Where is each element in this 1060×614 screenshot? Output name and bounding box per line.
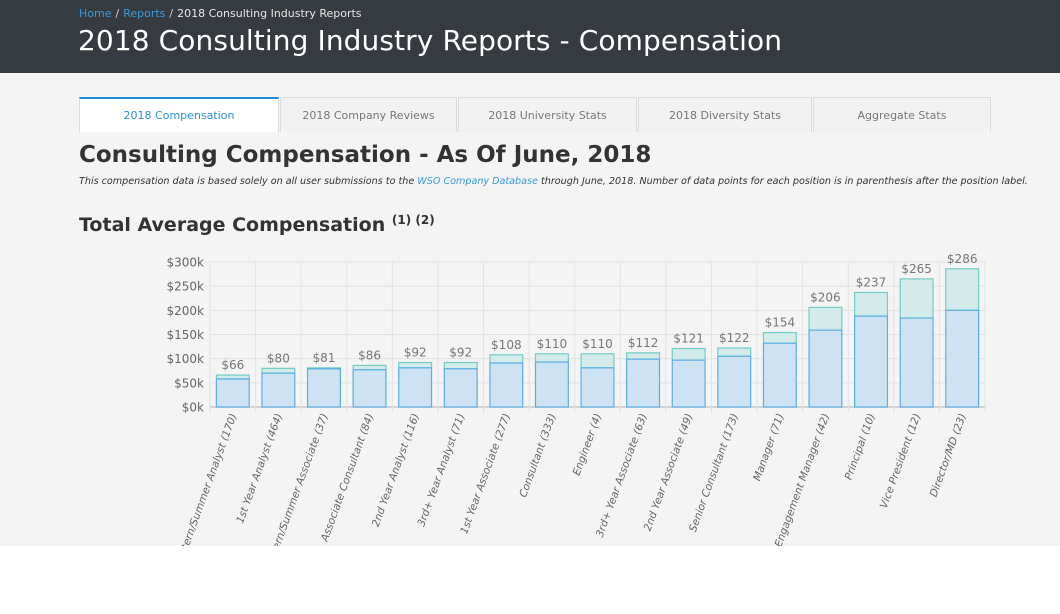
x-tick-label: Senior Consultant (173) [687,412,741,534]
bar-bonus-segment [671,347,706,361]
bar-bonus-segment [945,268,980,311]
bar-bonus-segment [261,367,296,374]
x-tick-label: 3rd+ Year Associate (63) [594,412,650,539]
bar-base-segment [808,329,843,408]
x-tick-label: 3rd+ Year Analyst (71) [415,412,467,528]
bar-bonus-segment [443,361,478,370]
y-tick-label: $300k [167,256,205,270]
bar-data-label: $110 [582,337,613,351]
bar-data-label: $122 [719,331,750,345]
y-tick-label: $250k [167,280,205,294]
bar-bonus-segment [489,354,524,364]
y-tick-label: $0k [182,401,204,415]
bar-base-segment [580,367,615,408]
bar-bonus-segment [899,278,934,319]
bar-data-label: $237 [856,275,887,289]
bar-data-label: $110 [537,337,568,351]
bar-data-label: $121 [673,332,704,346]
bar-base-segment [671,359,706,408]
x-tick-label: Intern/Summer Analyst (170) [176,412,240,546]
bar-base-segment [443,368,478,408]
bar-base-segment [261,372,296,408]
x-tick-label: Director/MD (23) [928,412,969,499]
x-tick-label: Vice President (12) [878,412,923,510]
x-tick-label: 2nd Year Associate (49) [642,412,696,533]
x-tick-label: Principal (10) [843,412,878,482]
x-tick-label: 1st Year Analyst (464) [234,412,285,525]
bar-base-segment [762,342,797,408]
bar-base-segment [899,317,934,408]
bar-base-segment [717,355,752,408]
bar-base-segment [534,361,569,408]
bar-base-segment [626,358,661,408]
bar-data-label: $80 [267,351,290,365]
bar-data-label: $108 [491,338,522,352]
bar-data-label: $112 [628,336,659,350]
y-tick-label: $100k [167,352,205,366]
bar-data-label: $154 [765,316,796,330]
bar-bonus-segment [762,331,797,344]
x-tick-label: 1st Year Associate (277) [458,412,513,536]
y-tick-label: $50k [174,376,204,390]
bar-base-segment [306,368,341,408]
x-tick-label: Consultant (333) [517,412,558,499]
bar-data-label: $86 [358,348,381,362]
bar-base-segment [352,369,387,408]
x-tick-label: Engineer (4) [571,412,605,477]
bar-bonus-segment [717,347,752,357]
bar-data-label: $92 [449,346,472,360]
bar-data-label: $66 [221,358,244,372]
bar-bonus-segment [580,353,615,369]
bar-base-segment [215,378,250,408]
bar-bonus-segment [626,352,661,360]
bar-data-label: $265 [901,262,932,276]
y-tick-label: $200k [167,304,205,318]
compensation-bar-chart: $0k $50k $100k $150k $200k $250k $300k $66 Inter… [167,252,986,546]
bar-data-label: $81 [313,351,336,365]
bar-data-label: $92 [404,346,427,360]
x-tick-label: 2nd Year Analyst (116) [370,412,422,529]
bar-bonus-segment [352,364,387,371]
bar-base-segment [398,367,433,408]
bar-bonus-segment [854,291,889,317]
bar-bonus-segment [534,353,569,363]
x-tick-label: Manager (71) [751,412,787,483]
x-tick-label: Engagement Manager (42) [773,412,833,546]
bar-data-label: $286 [947,252,978,266]
x-tick-label: Associate Consultant (84) [318,412,376,544]
bar-data-label: $206 [810,290,841,304]
bar-bonus-segment [808,306,843,331]
y-tick-label: $150k [167,328,205,342]
bar-base-segment [854,315,889,408]
bar-base-segment [945,309,980,408]
bar-bonus-segment [398,361,433,369]
bar-base-segment [489,362,524,408]
